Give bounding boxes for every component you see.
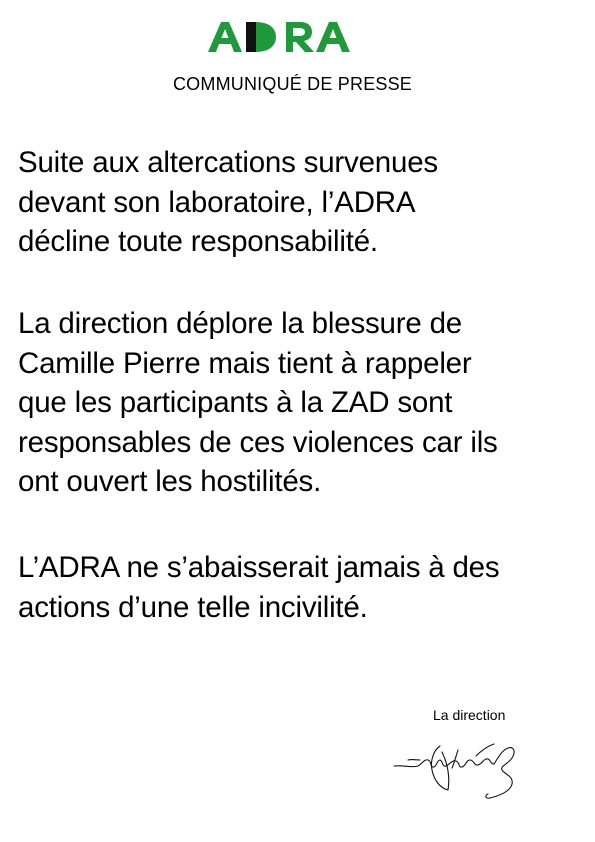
paragraph-2: La direction déplore la blessure de Cami… — [18, 304, 593, 502]
signature — [393, 743, 515, 799]
paragraph-line: La direction déplore la blessure de — [18, 307, 462, 340]
paragraph-line: L’ADRA ne s’abaisserait jamais à des — [18, 551, 500, 584]
logo-letter-d-left — [246, 22, 256, 52]
logo-letter-a — [208, 22, 242, 52]
logo-letter-a-2 — [316, 22, 350, 52]
signoff-label: La direction — [433, 707, 506, 723]
adra-logo — [208, 22, 350, 52]
paragraph-3: L’ADRA ne s’abaisserait jamais à des act… — [18, 548, 593, 627]
paragraph-line: Suite aux altercations survenues — [18, 146, 438, 179]
logo-letter-r — [286, 22, 314, 52]
paragraph-line: devant son laboratoire, l’ADRA — [18, 185, 416, 219]
logo-letter-d-right — [256, 22, 276, 52]
paragraph-line: que les participants à la ZAD sont — [18, 386, 453, 419]
paragraph-line: Camille Pierre mais tient à rappeler — [18, 346, 472, 380]
paragraph-line: actions d’une telle incivilité. — [18, 590, 368, 624]
press-release-heading: COMMUNIQUÉ DE PRESSE — [172, 74, 413, 94]
paragraph-line: ont ouvert les hostilités. — [18, 465, 322, 498]
paragraph-1: Suite aux altercations survenues devant … — [18, 143, 593, 262]
paragraph-line: décline toute responsabilité. — [18, 225, 378, 258]
paragraph-line: responsables de ces violences car ils — [18, 425, 498, 459]
